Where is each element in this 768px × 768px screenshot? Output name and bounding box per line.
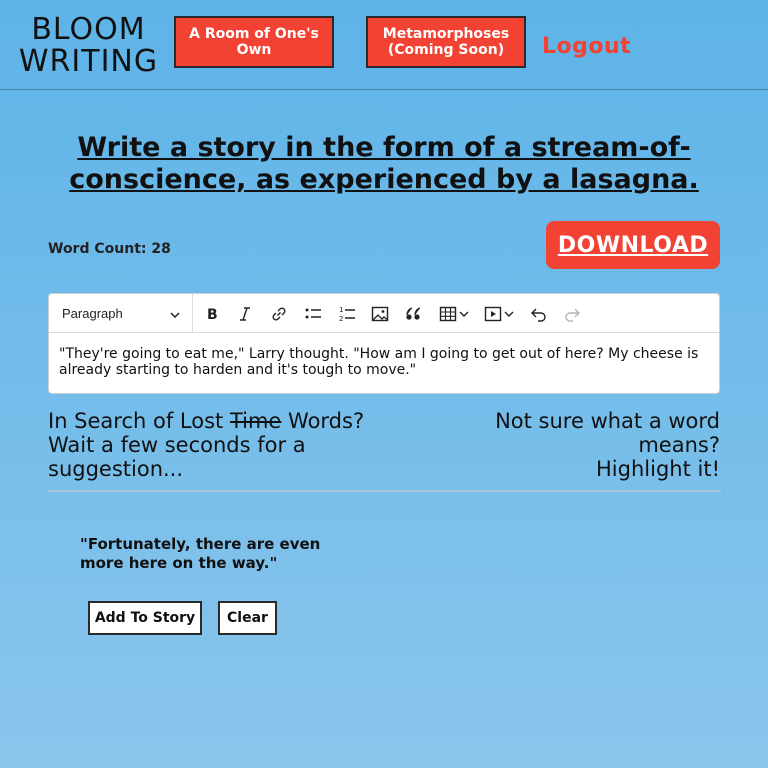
editor-toolbar: Paragraph B 12: [49, 294, 719, 333]
suggestion-heading-subline: Wait a few seconds for a suggestion...: [48, 433, 306, 481]
story-prompt-heading: Write a story in the form of a stream-of…: [69, 132, 699, 195]
word-count-value: 28: [151, 241, 171, 257]
word-count-label: Word Count:: [48, 241, 147, 257]
media-icon[interactable]: [483, 302, 517, 326]
definition-hint-line-1: Not sure what a word means?: [495, 409, 720, 457]
add-to-story-button[interactable]: Add To Story: [88, 601, 202, 635]
suggestion-heading: In Search of Lost Time Words? Wait a few…: [48, 409, 388, 481]
undo-icon[interactable]: [526, 302, 552, 326]
chevron-down-icon: [170, 306, 180, 321]
suggestion-text: "Fortunately, there are even more here o…: [80, 535, 321, 572]
bold-icon[interactable]: B: [199, 302, 225, 326]
clear-button[interactable]: Clear: [218, 601, 277, 635]
download-button[interactable]: DOWNLOAD: [546, 221, 720, 269]
section-divider: [48, 490, 721, 492]
svg-text:B: B: [207, 307, 218, 322]
suggestion-heading-struck-word: Time: [229, 409, 282, 433]
suggestion-heading-prefix: In Search of Lost: [48, 409, 230, 433]
bullet-list-icon[interactable]: [300, 302, 326, 326]
top-navigation-bar: BLOOM WRITING A Room of One's Own Metamo…: [0, 0, 768, 90]
link-icon[interactable]: [266, 302, 292, 326]
word-count: Word Count: 28: [48, 241, 171, 257]
image-icon[interactable]: [367, 302, 393, 326]
definition-hint: Not sure what a word means? Highlight it…: [440, 409, 720, 481]
brand-logo[interactable]: BLOOM WRITING: [16, 14, 161, 78]
room-of-ones-own-button[interactable]: A Room of One's Own: [174, 16, 334, 68]
logout-link[interactable]: Logout: [542, 34, 631, 59]
blockquote-icon[interactable]: [401, 302, 427, 326]
metamorphoses-button[interactable]: Metamorphoses (Coming Soon): [366, 16, 526, 68]
brand-line-2: WRITING: [18, 44, 159, 79]
numbered-list-icon[interactable]: 12: [334, 302, 360, 326]
italic-icon[interactable]: [232, 302, 258, 326]
editor-content-area[interactable]: "They're going to eat me," Larry thought…: [49, 333, 719, 378]
block-format-select[interactable]: Paragraph: [49, 294, 193, 332]
svg-text:1: 1: [339, 306, 343, 314]
definition-hint-line-2: Highlight it!: [596, 457, 720, 481]
svg-text:2: 2: [339, 315, 343, 323]
brand-line-1: BLOOM: [31, 12, 146, 47]
rich-text-editor: Paragraph B 12 "They're going to eat me,…: [48, 293, 720, 394]
table-icon[interactable]: [438, 302, 472, 326]
redo-icon[interactable]: [559, 302, 585, 326]
block-format-value: Paragraph: [62, 305, 123, 321]
suggestion-heading-suffix: Words?: [281, 409, 365, 433]
